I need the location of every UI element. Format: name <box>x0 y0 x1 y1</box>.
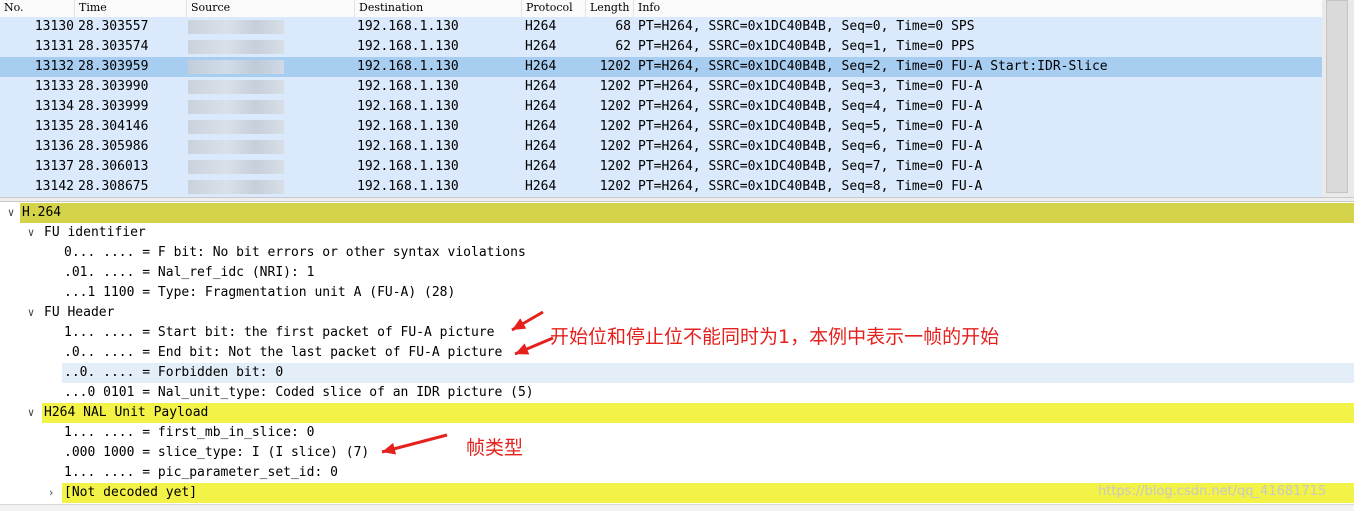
start-end-bit-note: 开始位和停止位不能同时为1，本例中表示一帧的开始 <box>550 326 1000 348</box>
frame-type-note: 帧类型 <box>466 437 524 459</box>
annotation-arrows <box>381 310 554 455</box>
status-bar <box>0 504 1354 511</box>
watermark: https://blog.csdn.net/qq_41681715 <box>1098 484 1327 499</box>
